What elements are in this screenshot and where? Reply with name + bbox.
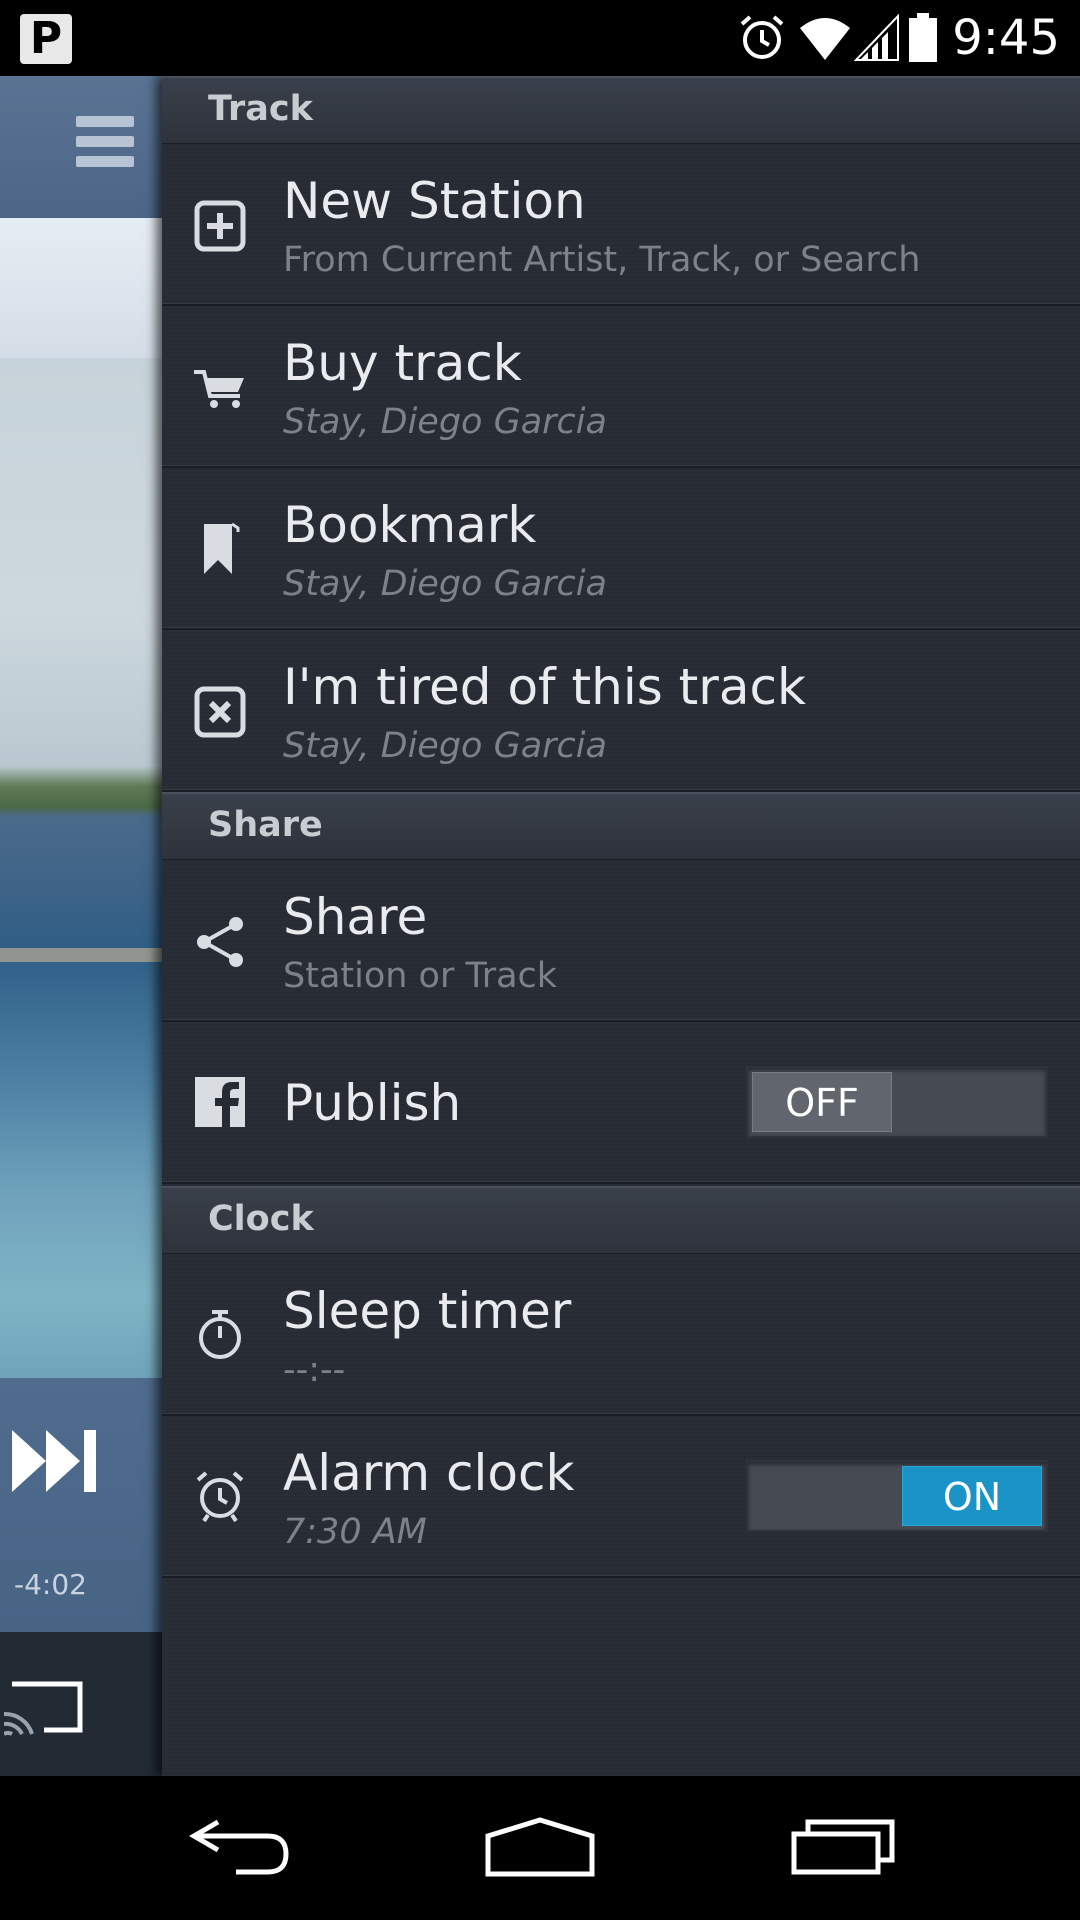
recent-apps-icon[interactable]: [790, 1816, 896, 1876]
status-bar: P 9:45: [0, 0, 1080, 76]
menu-item-subtitle: Stay, Diego Garcia: [283, 726, 607, 766]
options-drawer: Track New Station From Current Artist, T…: [162, 76, 1080, 1776]
section-header-share: Share: [162, 792, 1080, 860]
status-icons: 9:45: [736, 10, 1060, 66]
battery-icon: [909, 13, 938, 62]
cell-signal-icon: [854, 14, 900, 61]
menu-item-title: Buy track: [283, 334, 522, 392]
wifi-icon: [800, 18, 851, 60]
close-box-icon: [194, 686, 246, 738]
menu-item-publish[interactable]: Publish OFF: [162, 1022, 1080, 1184]
menu-item-sleep-timer[interactable]: Sleep timer --:--: [162, 1254, 1080, 1416]
menu-item-subtitle: 7:30 AM: [283, 1512, 427, 1552]
facebook-icon: [195, 1077, 245, 1127]
timer-icon: [199, 1310, 241, 1359]
toggle-knob: OFF: [752, 1072, 892, 1132]
now-playing-background: -4:02: [0, 76, 162, 1776]
menu-item-title: I'm tired of this track: [283, 658, 806, 716]
menu-item-new-station[interactable]: New Station From Current Artist, Track, …: [162, 144, 1080, 306]
menu-item-title: New Station: [283, 172, 586, 230]
album-art: [0, 358, 162, 1378]
menu-item-subtitle: --:--: [283, 1350, 346, 1390]
track-info-strip: [0, 218, 162, 358]
time-remaining: -4:02: [14, 1568, 87, 1601]
now-playing-header: [0, 76, 162, 218]
menu-item-subtitle: Station or Track: [283, 956, 558, 996]
alarm-toggle[interactable]: ON: [746, 1460, 1048, 1532]
alarm-clock-icon: [196, 1471, 244, 1523]
pandora-notification-icon: P: [20, 14, 72, 64]
menu-item-buy-track[interactable]: Buy track Stay, Diego Garcia: [162, 306, 1080, 468]
add-box-icon: [194, 200, 246, 252]
section-header-track: Track: [162, 76, 1080, 144]
toggle-knob: ON: [902, 1466, 1042, 1526]
home-icon[interactable]: [484, 1816, 596, 1878]
menu-item-bookmark[interactable]: Bookmark Stay, Diego Garcia: [162, 468, 1080, 630]
section-header-clock: Clock: [162, 1186, 1080, 1254]
bookmark-icon: [204, 522, 240, 574]
publish-toggle[interactable]: OFF: [746, 1066, 1048, 1138]
menu-item-title: Share: [283, 888, 428, 946]
menu-item-title: Sleep timer: [283, 1282, 572, 1340]
menu-item-title: Alarm clock: [283, 1444, 575, 1502]
menu-item-title: Bookmark: [283, 496, 537, 554]
navigation-bar: [0, 1776, 1080, 1920]
cast-icon[interactable]: [4, 1678, 84, 1736]
menu-item-title: Publish: [283, 1074, 462, 1132]
menu-item-tired-of-track[interactable]: I'm tired of this track Stay, Diego Garc…: [162, 630, 1080, 792]
share-icon: [197, 917, 243, 967]
player-controls: -4:02: [0, 1378, 162, 1632]
clock-time: 9:45: [952, 10, 1060, 66]
menu-item-subtitle: From Current Artist, Track, or Search: [283, 240, 921, 280]
skip-forward-icon[interactable]: [12, 1430, 98, 1492]
cast-bar: [0, 1632, 162, 1776]
cart-icon: [194, 370, 244, 408]
menu-item-subtitle: Stay, Diego Garcia: [283, 402, 607, 442]
menu-icon[interactable]: [76, 116, 134, 172]
menu-item-share[interactable]: Share Station or Track: [162, 860, 1080, 1022]
menu-item-subtitle: Stay, Diego Garcia: [283, 564, 607, 604]
back-icon[interactable]: [188, 1816, 292, 1876]
menu-item-alarm-clock[interactable]: Alarm clock 7:30 AM ON: [162, 1416, 1080, 1578]
alarm-icon: [740, 15, 784, 59]
